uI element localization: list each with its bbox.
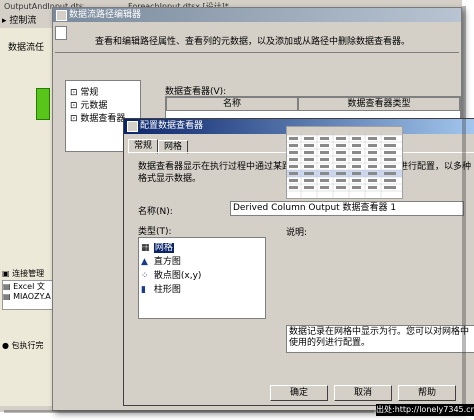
configure-viewer-title: 配置数据查看器 xyxy=(140,121,204,131)
viewer-type-list[interactable]: ▦ 网格 ▲ 直方图 ⁘ 散点图(x,y) ▮ 柱形图 xyxy=(138,237,266,319)
cancel-button[interactable]: 取消 xyxy=(334,385,392,401)
tree-item-general[interactable]: ⊡ 常规 xyxy=(70,85,98,98)
scatter-icon: ⁘ xyxy=(141,271,149,281)
page-shadow-right xyxy=(462,6,466,410)
column-header-name[interactable]: 名称 xyxy=(166,97,298,111)
tree-node-icon: ⊡ xyxy=(70,114,78,124)
connection-list: ▤ Excel 文 ▤ MIAOZY.A xyxy=(2,280,54,310)
sql-connection[interactable]: ▤ MIAOZY.A xyxy=(3,292,53,301)
tree-node-icon: ⊡ xyxy=(70,88,78,98)
name-input[interactable]: Derived Column Output 数据查看器 1 xyxy=(230,201,464,216)
histogram-icon: ▲ xyxy=(141,257,148,267)
tree-item-data-viewers[interactable]: ⊡ 数据查看器 xyxy=(70,111,125,124)
grid-preview-graphic xyxy=(287,127,402,198)
column-header-viewer-type[interactable]: 数据查看器类型 xyxy=(298,97,460,111)
status-icon: ● xyxy=(2,341,9,350)
type-item-histogram[interactable]: ▲ 直方图 xyxy=(141,254,259,267)
database-icon: ▤ xyxy=(3,292,11,301)
type-item-column-chart[interactable]: ▮ 柱形图 xyxy=(141,282,259,295)
column-chart-icon: ▮ xyxy=(141,285,146,295)
grid-preview-image xyxy=(286,126,403,199)
path-editor-title: 数据流路径编辑器 xyxy=(69,10,142,20)
explain-text-box: 数据记录在网格中显示为行。您可以对网格中使用的列进行配置。 xyxy=(286,325,474,353)
grid-icon: ▦ xyxy=(141,243,150,253)
type-item-scatter[interactable]: ⁘ 散点图(x,y) xyxy=(141,268,259,281)
excel-icon: ▤ xyxy=(3,282,11,291)
page-shadow-bottom xyxy=(4,410,374,413)
source-watermark: 出处:http://lonely7345.cnblogs.com xyxy=(376,404,474,416)
data-flow-component[interactable] xyxy=(36,88,50,120)
tree-node-icon: ⊡ xyxy=(70,101,78,111)
type-item-grid[interactable]: ▦ 网格 xyxy=(141,240,259,253)
dialog-icon xyxy=(127,121,138,132)
editor-icon xyxy=(55,26,67,40)
connection-managers-label: ▣ 连接管理 xyxy=(2,269,45,278)
help-button[interactable]: 帮助 xyxy=(398,385,456,401)
excel-connection[interactable]: ▤ Excel 文 xyxy=(3,281,53,292)
package-execution-status: ● 包执行完 xyxy=(2,341,44,350)
dialog-icon xyxy=(56,10,67,21)
explain-label: 说明: xyxy=(286,228,308,238)
connection-icon: ▣ xyxy=(2,269,10,278)
tree-item-metadata[interactable]: ⊡ 元数据 xyxy=(70,98,107,111)
path-editor-titlebar: 数据流路径编辑器 xyxy=(53,8,461,22)
name-label: 名称(N): xyxy=(138,207,173,217)
ok-button[interactable]: 确定 xyxy=(270,385,328,401)
path-editor-description: 查看和编辑路径属性、查看列的元数据，以及添加或从路径中删除数据查看器。 xyxy=(95,37,411,47)
divider xyxy=(55,52,459,53)
type-label: 类型(T): xyxy=(138,227,172,237)
